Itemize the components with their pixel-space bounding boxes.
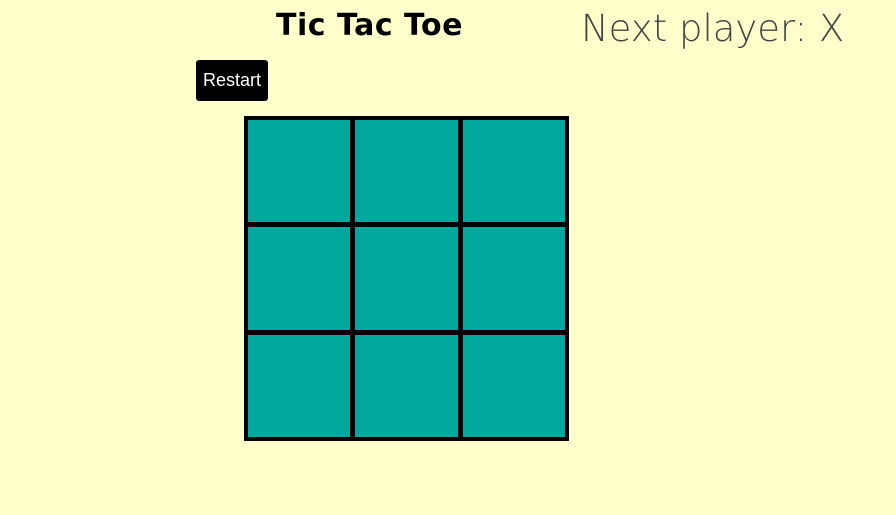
board-cell-4[interactable] xyxy=(248,227,351,330)
board-cell-3[interactable] xyxy=(462,120,565,223)
board-cell-8[interactable] xyxy=(355,334,458,437)
board-cell-6[interactable] xyxy=(462,227,565,330)
restart-button[interactable]: Restart xyxy=(196,60,268,101)
game-title: Tic Tac Toe xyxy=(276,8,463,43)
board-cell-5[interactable] xyxy=(355,227,458,330)
board-cell-7[interactable] xyxy=(248,334,351,437)
board-cell-1[interactable] xyxy=(248,120,351,223)
board-cell-9[interactable] xyxy=(462,334,565,437)
game-board xyxy=(244,116,569,441)
next-player-status: Next player: X xyxy=(581,7,845,50)
board-cell-2[interactable] xyxy=(355,120,458,223)
